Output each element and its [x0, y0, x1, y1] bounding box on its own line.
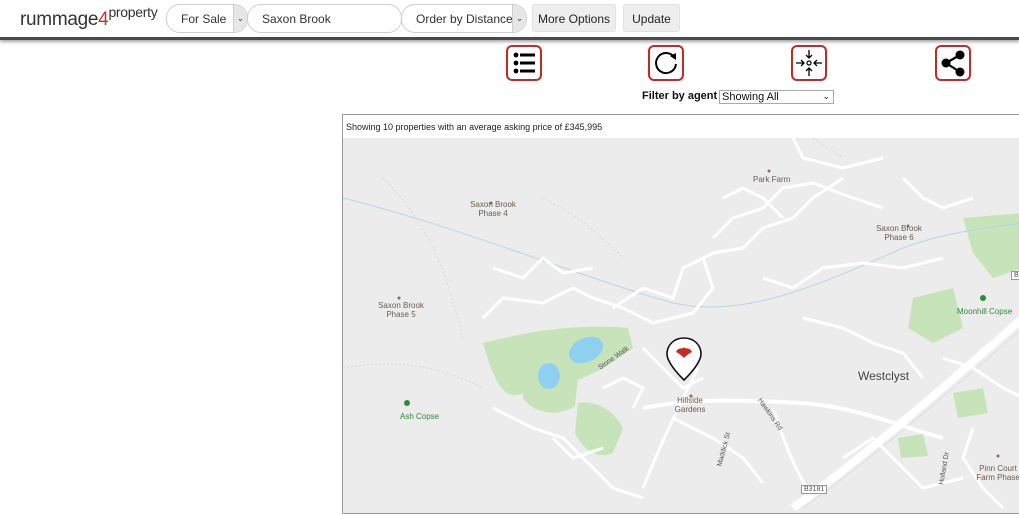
map-summary: Showing 10 properties with an average as… [346, 122, 603, 132]
map-label-westclyst: Westclyst [858, 369, 910, 383]
map-label-park-farm: Park Farm [753, 175, 791, 184]
listing-type-value: For Sale [181, 12, 227, 26]
update-button[interactable]: Update [623, 4, 680, 32]
logo-four-text: 4 [98, 9, 109, 30]
map-canvas[interactable] [343, 138, 1019, 514]
top-bar: rummage4property For Sale ⌄ Saxon Brook … [0, 0, 1019, 40]
refresh-icon [655, 52, 677, 75]
map-label-moonhill-copse: Moonhill Copse [957, 307, 1013, 316]
list-view-button[interactable] [506, 45, 542, 81]
location-value: Saxon Brook [262, 12, 331, 26]
list-view-icon [513, 52, 535, 74]
location-input[interactable]: Saxon Brook [247, 4, 402, 33]
site-logo[interactable]: rummage4property [20, 4, 158, 31]
map-label-saxon-brook-phase-6: Saxon Brook Phase 6 [876, 224, 922, 242]
logo-main-text: rummage [20, 9, 99, 30]
map-label-pinn-court: Pinn Court Farm Phase [976, 464, 1019, 482]
refresh-button[interactable] [648, 45, 684, 81]
filter-by-agent-label: Filter by agent [642, 90, 718, 102]
map-label-b3: B3 [1011, 271, 1019, 280]
share-button[interactable] [935, 45, 971, 81]
listing-type-select[interactable]: For Sale ⌄ [166, 4, 248, 33]
map-label-b3181: B3181 [801, 485, 828, 494]
fit-map-button[interactable] [791, 45, 827, 81]
share-icon [941, 50, 965, 77]
logo-sup-text: property [108, 4, 158, 20]
more-options-button[interactable]: More Options [532, 4, 616, 32]
agent-filter-select[interactable]: Showing All ⌄ [719, 90, 834, 104]
order-by-select[interactable]: Order by Distance ⌄ [401, 4, 527, 33]
fit-map-icon [796, 50, 822, 76]
chevron-down-icon: ⌄ [512, 5, 526, 32]
map-label-hillside-gardens: Hillside Gardens [674, 396, 706, 414]
map-label-saxon-brook-phase-4: Saxon Brook Phase 4 [470, 200, 516, 218]
map-label-ash-copse: Ash Copse [400, 412, 440, 421]
chevron-down-icon: ⌄ [233, 5, 247, 32]
map-panel: Showing 10 properties with an average as… [342, 114, 1019, 514]
chevron-down-icon: ⌄ [822, 91, 830, 101]
map-label-saxon-brook-phase-5: Saxon Brook Phase 5 [378, 301, 424, 319]
agent-filter-value: Showing All [722, 91, 779, 103]
order-by-value: Order by Distance [416, 12, 513, 26]
